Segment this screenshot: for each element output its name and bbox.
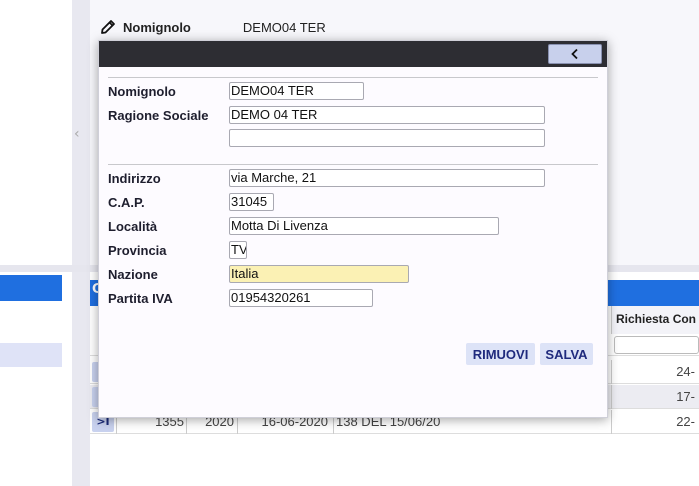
localita-label: Località <box>108 218 158 234</box>
separator <box>108 77 598 78</box>
ragione-sociale-label: Ragione Sociale <box>108 107 209 123</box>
partita-iva-label: Partita IVA <box>108 290 173 306</box>
table-cell: 24- <box>611 360 697 384</box>
nazione-label: Nazione <box>108 266 158 282</box>
save-button[interactable]: SALVA <box>540 343 593 365</box>
indirizzo-label: Indirizzo <box>108 170 161 186</box>
record-header: Nomignolo DEMO04 TER <box>98 14 326 40</box>
partita-iva-field[interactable]: 01954320261 <box>229 289 373 307</box>
table-cell: 22- <box>611 410 697 434</box>
form-row-provincia: Provincia TV <box>108 240 247 260</box>
table-cell: 17- <box>611 385 697 409</box>
form-row-ragione-sociale: Ragione Sociale DEMO 04 TER <box>108 105 545 125</box>
collapse-chevron-left-icon[interactable]: ‹ <box>74 126 80 142</box>
cap-field[interactable]: 31045 <box>229 193 274 211</box>
left-panel-strip <box>72 0 90 486</box>
form-row-partita-iva: Partita IVA 01954320261 <box>108 288 373 308</box>
column-header-richiesta[interactable]: Richiesta Con <box>611 306 699 334</box>
nomignolo-field[interactable]: DEMO04 TER <box>229 82 364 100</box>
form-row-cap: C.A.P. 31045 <box>108 192 274 212</box>
form-row-nomignolo: Nomignolo DEMO04 TER <box>108 81 364 101</box>
ragione-sociale-2-field[interactable] <box>229 129 545 147</box>
form-row-ragione-sociale-2 <box>108 128 545 148</box>
nazione-field[interactable]: Italia <box>229 265 409 283</box>
pencil-icon[interactable] <box>98 17 118 37</box>
column-filter-input[interactable] <box>614 336 699 354</box>
dialog-titlebar[interactable] <box>99 41 607 67</box>
provincia-label: Provincia <box>108 242 167 258</box>
left-nav-active-item[interactable] <box>0 275 62 301</box>
ragione-sociale-field[interactable]: DEMO 04 TER <box>229 106 545 124</box>
chevron-left-icon <box>571 48 578 60</box>
indirizzo-field[interactable]: via Marche, 21 <box>229 169 545 187</box>
localita-field[interactable]: Motta Di Livenza <box>229 217 499 235</box>
form-row-localita: Località Motta Di Livenza <box>108 216 499 236</box>
header-label: Nomignolo <box>123 19 191 35</box>
left-nav-selected-item[interactable] <box>0 343 62 367</box>
back-button[interactable] <box>548 44 602 64</box>
form-row-indirizzo: Indirizzo via Marche, 21 <box>108 168 545 188</box>
cap-label: C.A.P. <box>108 194 145 210</box>
separator <box>108 164 598 165</box>
header-value: DEMO04 TER <box>242 19 326 35</box>
provincia-field[interactable]: TV <box>229 241 247 259</box>
nomignolo-label: Nomignolo <box>108 83 176 99</box>
remove-button[interactable]: RIMUOVI <box>466 343 535 365</box>
edit-dialog: Nomignolo DEMO04 TER Ragione Sociale DEM… <box>98 40 608 418</box>
form-row-nazione: Nazione Italia <box>108 264 409 284</box>
